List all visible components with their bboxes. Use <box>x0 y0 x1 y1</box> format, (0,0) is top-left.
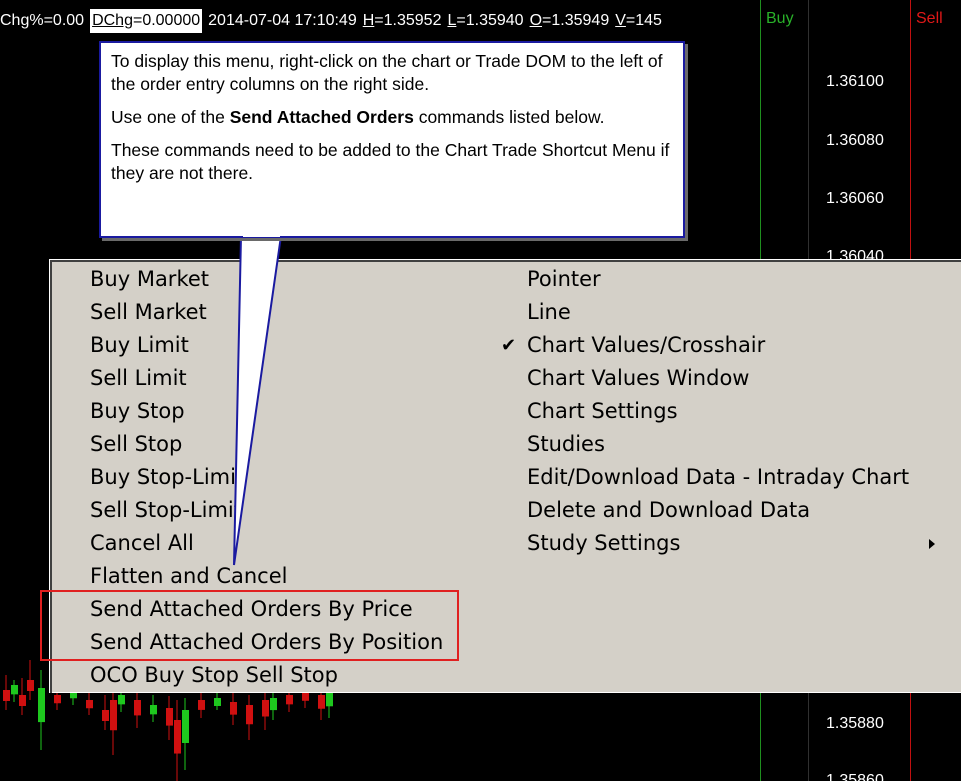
price-level[interactable]: 1.36100 <box>826 73 884 91</box>
menu-item-pointer[interactable]: Pointer <box>527 263 947 296</box>
candle-body <box>174 720 181 754</box>
checkmark-icon: ✔ <box>501 335 517 356</box>
menu-item-buy-stop[interactable]: Buy Stop <box>90 395 490 428</box>
candle-body <box>134 700 141 716</box>
high-value: H=1.35952 <box>362 12 442 29</box>
candle-body <box>19 695 26 706</box>
candle-body <box>286 695 293 705</box>
menu-item-label: Chart Values/Crosshair <box>527 333 766 357</box>
menu-item-chart-settings[interactable]: Chart Settings <box>527 395 947 428</box>
menu-item-buy-limit[interactable]: Buy Limit <box>90 329 490 362</box>
menu-item-cancel-all[interactable]: Cancel All <box>90 527 490 560</box>
menu-item-chart-values-window[interactable]: Chart Values Window <box>527 362 947 395</box>
candle-body <box>3 690 10 701</box>
candle-body <box>302 692 309 701</box>
sell-column-header[interactable]: Sell <box>916 10 943 28</box>
timestamp: 2014-07-04 17:10:49 <box>208 12 357 29</box>
candle-body <box>262 700 269 717</box>
price-level[interactable]: 1.35880 <box>826 715 884 733</box>
menu-item-sell-market[interactable]: Sell Market <box>90 296 490 329</box>
chart-values-bar: Chg%=0.00 DChg=0.00000 2014-07-04 17:10:49… <box>0 9 760 33</box>
candle-body <box>38 688 45 723</box>
candle-body <box>214 698 221 706</box>
candle-body <box>230 702 237 715</box>
callout-line-3: These commands need to be added to the C… <box>111 140 670 183</box>
candle-body <box>318 695 325 709</box>
menu-item-sell-stop-limit[interactable]: Sell Stop-Limit <box>90 494 490 527</box>
candle-body <box>27 680 34 691</box>
candle-body <box>246 705 253 725</box>
menu-item-buy-stop-limit[interactable]: Buy Stop-Limit <box>90 461 490 494</box>
menu-item-line[interactable]: Line <box>527 296 947 329</box>
menu-item-sell-stop[interactable]: Sell Stop <box>90 428 490 461</box>
chart-window[interactable]: Chg%=0.00 DChg=0.00000 2014-07-04 17:10:49… <box>0 0 961 781</box>
low-value: L=1.35940 <box>447 12 524 29</box>
menu-item-studies[interactable]: Studies <box>527 428 947 461</box>
candle-body <box>150 705 157 715</box>
buy-column-header[interactable]: Buy <box>766 10 794 28</box>
submenu-arrow-icon <box>929 539 935 549</box>
callout-line-1: To display this menu, right-click on the… <box>111 51 663 94</box>
price-level[interactable]: 1.35860 <box>826 772 884 781</box>
price-level[interactable]: 1.36080 <box>826 132 884 150</box>
highlight-box <box>40 590 459 661</box>
instruction-callout: To display this menu, right-click on the… <box>99 41 685 238</box>
callout-line-2: Use one of the Send Attached Orders comm… <box>111 107 605 127</box>
candle-body <box>166 708 173 726</box>
menu-item-oco-buy-stop-sell-stop[interactable]: OCO Buy Stop Sell Stop <box>90 659 490 692</box>
daily-change: DChg=0.00000 <box>90 9 203 33</box>
candle-body <box>326 692 333 707</box>
menu-item-sell-limit[interactable]: Sell Limit <box>90 362 490 395</box>
menu-item-edit-download-data[interactable]: Edit/Download Data - Intraday Chart <box>527 461 947 494</box>
menu-item-chart-values-crosshair[interactable]: ✔ Chart Values/Crosshair <box>501 329 947 362</box>
candle-body <box>54 695 61 704</box>
menu-item-flatten-and-cancel[interactable]: Flatten and Cancel <box>90 560 490 593</box>
menu-item-label: Study Settings <box>527 531 681 555</box>
candle-body <box>118 695 125 705</box>
candle-body <box>102 710 109 721</box>
menu-item-study-settings[interactable]: Study Settings <box>527 527 947 560</box>
candle-body <box>270 698 277 711</box>
candle-body <box>198 700 205 710</box>
candle-body <box>11 685 18 695</box>
candle-body <box>110 700 117 731</box>
change-percent: Chg%=0.00 <box>0 12 85 29</box>
menu-item-delete-and-download-data[interactable]: Delete and Download Data <box>527 494 947 527</box>
price-level[interactable]: 1.36060 <box>826 190 884 208</box>
candle-body <box>86 700 93 709</box>
candle-body <box>182 710 189 743</box>
callout-joint <box>243 232 280 237</box>
open-value: O=1.35949 <box>529 12 610 29</box>
menu-item-buy-market[interactable]: Buy Market <box>90 263 490 296</box>
volume-value: V=145 <box>615 12 662 29</box>
